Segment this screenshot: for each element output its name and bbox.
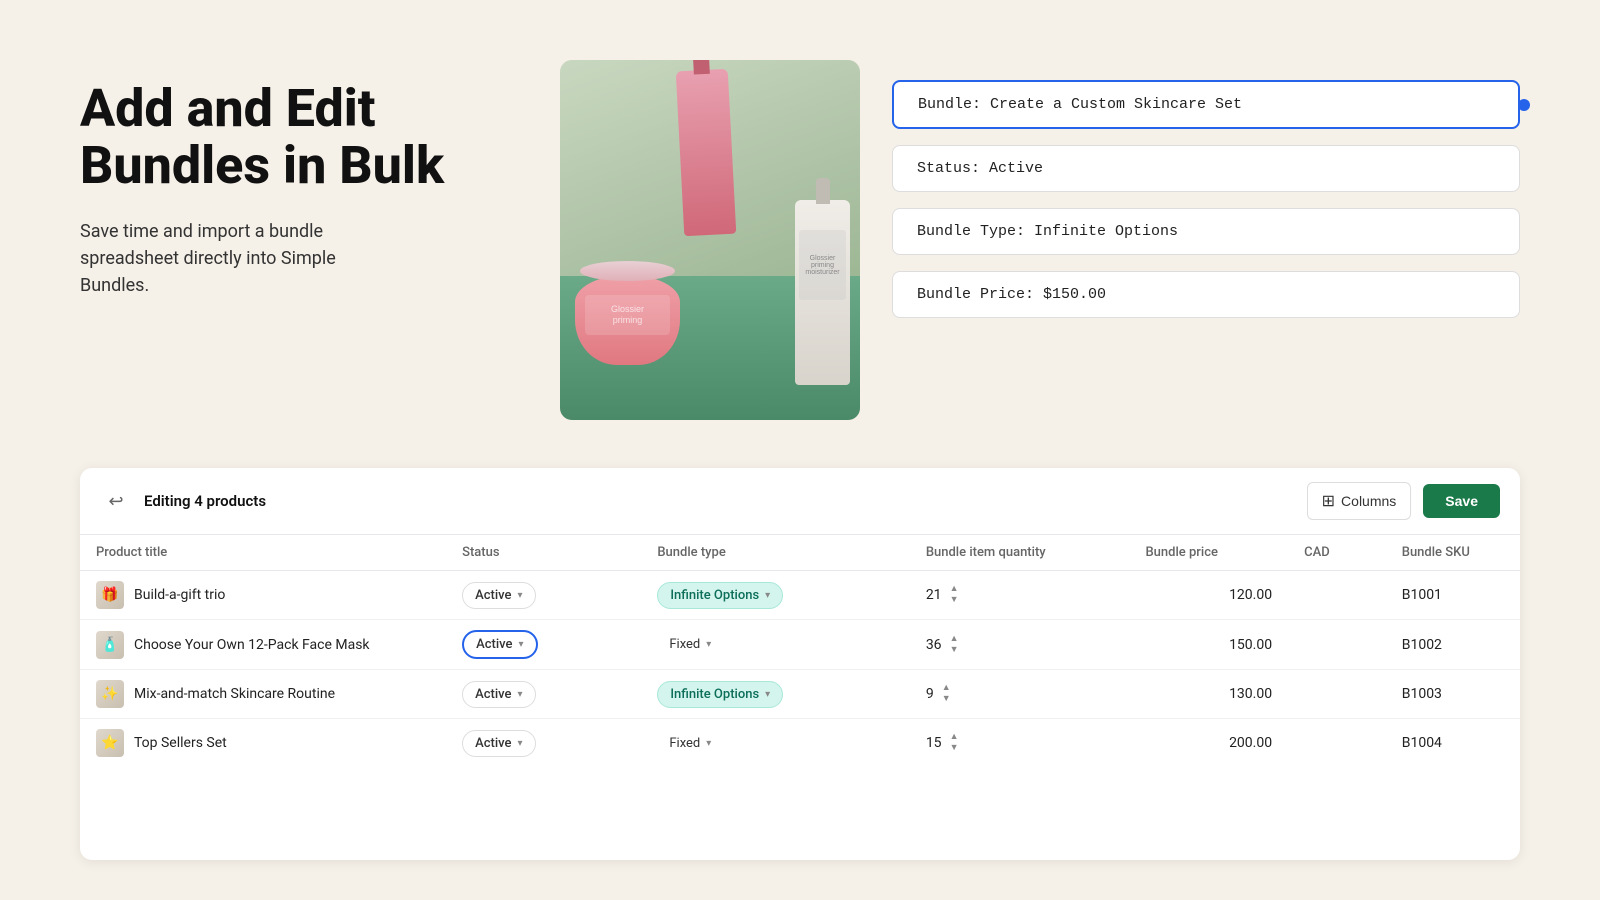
qty-value: 15: [926, 735, 942, 751]
bundle-type-plain[interactable]: Fixed ▾: [657, 731, 723, 756]
bundle-type-badge[interactable]: Infinite Options ▾: [657, 681, 783, 708]
status-dropdown[interactable]: Active ▾: [462, 681, 535, 708]
product-title: Choose Your Own 12-Pack Face Mask: [134, 637, 370, 653]
bundle-type-badge[interactable]: Infinite Options ▾: [657, 582, 783, 609]
qty-stepper[interactable]: ▲ ▼: [950, 635, 959, 655]
bundle-type-label: Infinite Options: [670, 588, 759, 603]
product-cell: ✨ Mix-and-match Skincare Routine: [96, 680, 430, 708]
qty-up-arrow[interactable]: ▲: [950, 635, 959, 644]
bundle-price-card: Bundle Price: $150.00: [892, 271, 1520, 318]
status-dropdown[interactable]: Active ▾: [462, 582, 535, 609]
bundle-type-plain[interactable]: Fixed ▾: [657, 632, 723, 657]
status-label: Active: [476, 637, 512, 652]
columns-icon: ⊞: [1322, 491, 1335, 511]
col-header-product: Product title: [80, 535, 446, 571]
qty-up-arrow[interactable]: ▲: [950, 585, 959, 594]
product-thumb: 🧴: [96, 631, 124, 659]
qty-down-arrow[interactable]: ▼: [942, 695, 951, 704]
product-thumb: ⭐: [96, 729, 124, 757]
table-row: ✨ Mix-and-match Skincare Routine Active …: [80, 670, 1520, 719]
product-title: Mix-and-match Skincare Routine: [134, 686, 335, 702]
chevron-down-icon: ▾: [517, 689, 522, 700]
sku-value: B1002: [1402, 637, 1442, 653]
chevron-down-icon: ▾: [706, 639, 711, 650]
status-label: Active: [475, 736, 511, 751]
product-thumb: ✨: [96, 680, 124, 708]
table-row: 🧴 Choose Your Own 12-Pack Face Mask Acti…: [80, 620, 1520, 670]
columns-button[interactable]: ⊞ Columns: [1307, 482, 1412, 520]
col-header-cad: CAD: [1288, 535, 1386, 571]
status-dropdown[interactable]: Active ▾: [462, 730, 535, 757]
sku-value: B1001: [1402, 587, 1442, 603]
product-thumb: 🎁: [96, 581, 124, 609]
table-row: 🎁 Build-a-gift trio Active ▾ Infinite Op…: [80, 571, 1520, 620]
qty-down-arrow[interactable]: ▼: [950, 744, 959, 753]
price-value: 150.00: [1229, 637, 1272, 653]
product-title: Build-a-gift trio: [134, 587, 225, 603]
chevron-down-icon: ▾: [706, 738, 711, 749]
status-label: Active: [475, 687, 511, 702]
col-header-price: Bundle price: [1129, 535, 1288, 571]
product-title: Top Sellers Set: [134, 735, 227, 751]
qty-stepper[interactable]: ▲ ▼: [950, 585, 959, 605]
qty-cell: 15 ▲ ▼: [926, 733, 1114, 753]
chevron-down-icon: ▾: [517, 738, 522, 749]
table-toolbar: ↩ Editing 4 products ⊞ Columns Save: [80, 468, 1520, 535]
products-table: Product title Status Bundle type Bundle …: [80, 535, 1520, 767]
product-image: Glossierpriming Glossierprimingmoisturiz…: [560, 60, 860, 420]
price-value: 120.00: [1229, 587, 1272, 603]
qty-up-arrow[interactable]: ▲: [942, 684, 951, 693]
chevron-down-icon: ▾: [518, 639, 523, 650]
qty-down-arrow[interactable]: ▼: [950, 596, 959, 605]
sku-value: B1003: [1402, 686, 1442, 702]
product-cell: 🧴 Choose Your Own 12-Pack Face Mask: [96, 631, 430, 659]
qty-down-arrow[interactable]: ▼: [950, 646, 959, 655]
chevron-down-icon: ▾: [765, 689, 770, 700]
chevron-down-icon: ▾: [765, 590, 770, 601]
qty-value: 9: [926, 686, 934, 702]
price-value: 130.00: [1229, 686, 1272, 702]
qty-cell: 21 ▲ ▼: [926, 585, 1114, 605]
qty-value: 36: [926, 637, 942, 653]
col-header-bundletype: Bundle type: [641, 535, 909, 571]
bundle-type-label: Fixed: [669, 736, 700, 751]
bundle-name-card: Bundle: Create a Custom Skincare Set: [892, 80, 1520, 129]
col-header-sku: Bundle SKU: [1386, 535, 1520, 571]
bulk-edit-table: ↩ Editing 4 products ⊞ Columns Save Prod…: [80, 468, 1520, 860]
editing-label: Editing 4 products: [144, 492, 266, 510]
col-header-status: Status: [446, 535, 641, 571]
product-cell: ⭐ Top Sellers Set: [96, 729, 430, 757]
qty-value: 21: [926, 587, 942, 603]
qty-stepper[interactable]: ▲ ▼: [950, 733, 959, 753]
back-button[interactable]: ↩: [100, 485, 132, 517]
bundle-type-card: Bundle Type: Infinite Options: [892, 208, 1520, 255]
qty-cell: 36 ▲ ▼: [926, 635, 1114, 655]
price-value: 200.00: [1229, 735, 1272, 751]
bundle-type-label: Infinite Options: [670, 687, 759, 702]
status-dropdown[interactable]: Active ▾: [462, 630, 537, 659]
info-cards: Bundle: Create a Custom Skincare Set Sta…: [892, 60, 1520, 318]
qty-stepper[interactable]: ▲ ▼: [942, 684, 951, 704]
qty-up-arrow[interactable]: ▲: [950, 733, 959, 742]
bundle-status-card: Status: Active: [892, 145, 1520, 192]
hero-title: Add and Edit Bundles in Bulk: [80, 80, 500, 194]
product-cell: 🎁 Build-a-gift trio: [96, 581, 430, 609]
table-row: ⭐ Top Sellers Set Active ▾ Fixed ▾ 15 ▲ …: [80, 719, 1520, 768]
hero-subtitle: Save time and import a bundle spreadshee…: [80, 218, 500, 299]
qty-cell: 9 ▲ ▼: [926, 684, 1114, 704]
col-header-qty: Bundle item quantity: [910, 535, 1130, 571]
status-label: Active: [475, 588, 511, 603]
bundle-type-label: Fixed: [669, 637, 700, 652]
save-button[interactable]: Save: [1423, 484, 1500, 518]
chevron-down-icon: ▾: [517, 590, 522, 601]
sku-value: B1004: [1402, 735, 1442, 751]
